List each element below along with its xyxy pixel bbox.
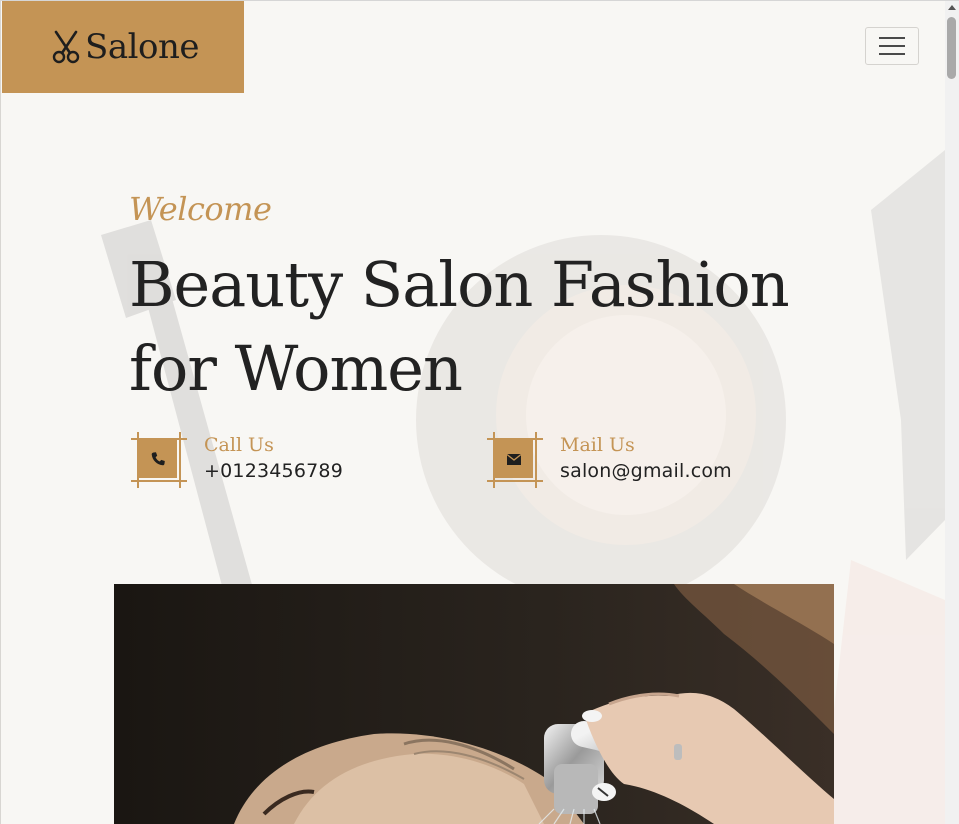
phone-number[interactable]: +0123456789 — [204, 458, 343, 484]
call-us-label: Call Us — [204, 434, 274, 456]
hero-photo — [114, 584, 834, 824]
hamburger-icon-line — [879, 53, 905, 55]
contact-call: Call Us +0123456789 — [131, 432, 343, 488]
phone-icon — [139, 440, 177, 478]
hamburger-icon — [879, 37, 905, 39]
phone-icon-frame — [131, 432, 187, 488]
contact-mail: Mail Us salon@gmail.com — [487, 432, 732, 488]
email-address[interactable]: salon@gmail.com — [560, 458, 732, 484]
scroll-up-arrow-icon[interactable] — [948, 5, 956, 10]
envelope-icon-frame — [487, 432, 543, 488]
scroll-thumb[interactable] — [947, 17, 956, 79]
welcome-text: Welcome — [129, 190, 272, 228]
brand-name: Salone — [85, 27, 199, 67]
page-scrollbar[interactable] — [945, 1, 959, 824]
envelope-icon — [495, 440, 533, 478]
mail-us-label: Mail Us — [560, 434, 635, 456]
hero-title: Beauty Salon Fashion for Women — [129, 248, 790, 405]
brand-logo[interactable]: Salone — [2, 1, 244, 93]
hamburger-icon-line — [879, 45, 905, 47]
nav-toggle-button[interactable] — [865, 27, 919, 65]
scissors-icon — [52, 30, 80, 64]
